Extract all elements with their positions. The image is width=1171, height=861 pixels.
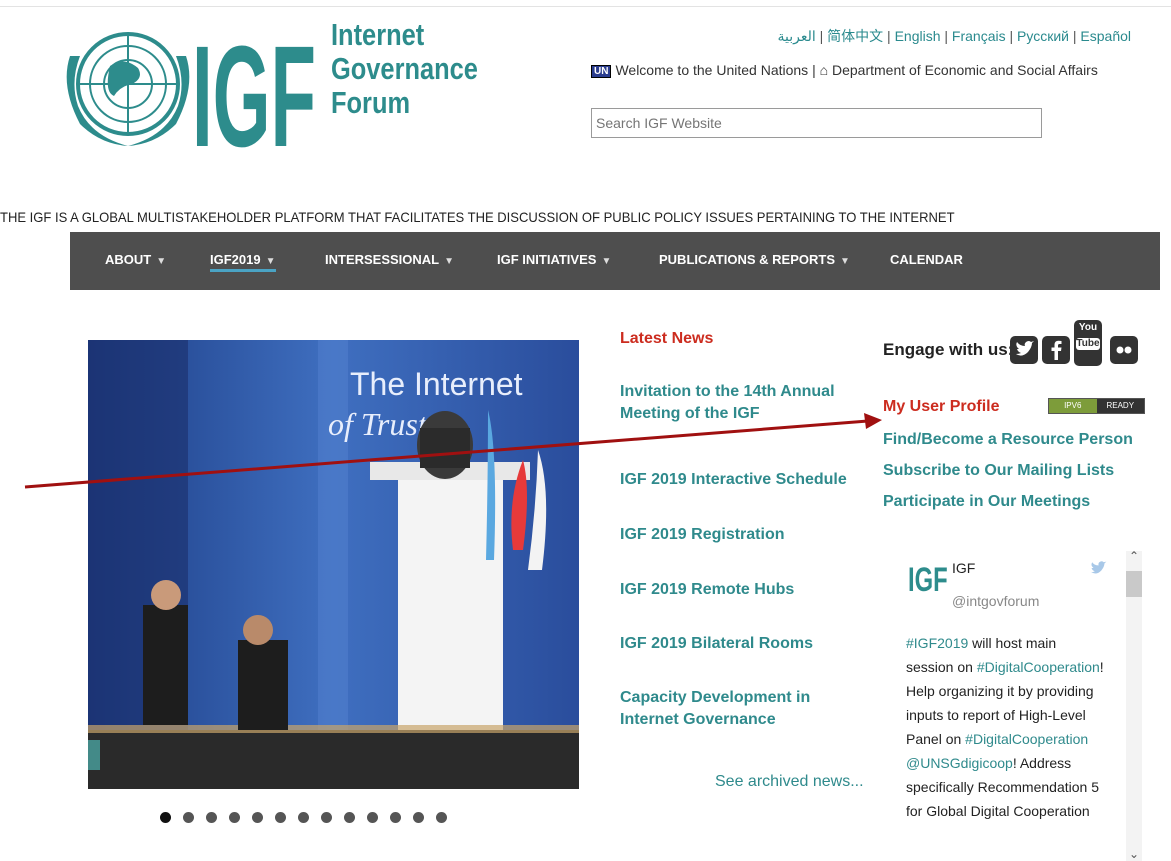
scroll-thumb[interactable] <box>1126 571 1142 597</box>
caret-down-icon: ▼ <box>601 256 612 267</box>
ipv6-ready-badge: IPV6 READY <box>1048 398 1145 414</box>
carousel-dot[interactable] <box>206 812 217 823</box>
twitter-feed[interactable]: IGF IGF @intgovforum #IGF2019 will host … <box>896 551 1142 861</box>
news-link[interactable]: IGF 2019 Bilateral Rooms <box>620 633 870 655</box>
news-link[interactable]: IGF 2019 Registration <box>620 524 870 546</box>
carousel-dot[interactable] <box>436 812 447 823</box>
tweet-author-name[interactable]: IGF <box>952 560 975 576</box>
carousel-indicators <box>160 810 459 828</box>
un-flag-icon: UN <box>591 65 612 78</box>
logo-wordmark: Internet Governance Forum <box>331 18 478 120</box>
carousel-dot[interactable] <box>183 812 194 823</box>
tweet-author-handle[interactable]: @intgovforum <box>952 593 1039 609</box>
nav-calendar[interactable]: CALENDAR <box>890 252 963 267</box>
un-emblem-icon: IGF <box>66 16 316 177</box>
tweet-hashtag[interactable]: #IGF2019 <box>906 635 968 651</box>
logo-line: Internet <box>331 17 425 52</box>
nav-igf-initiatives[interactable]: IGF INITIATIVES ▼ <box>497 252 611 267</box>
desa-link[interactable]: Department of Economic and Social Affair… <box>832 62 1098 78</box>
tweet-hashtag[interactable]: #DigitalCooperation <box>977 659 1100 675</box>
carousel-dot[interactable] <box>275 812 286 823</box>
banner-line1: The Internet <box>350 366 523 402</box>
facebook-icon[interactable] <box>1042 336 1070 364</box>
carousel-dot[interactable] <box>160 812 171 823</box>
language-switcher: العربية | 简体中文 | English | Français | Ру… <box>777 28 1131 44</box>
caret-down-icon: ▼ <box>265 256 276 267</box>
youtube-icon[interactable]: You Tube <box>1074 320 1102 366</box>
carousel-dot[interactable] <box>298 812 309 823</box>
logo-line: Governance <box>331 51 478 86</box>
welcome-bar: UN Welcome to the United Nations | ⌂ Depa… <box>591 62 1098 78</box>
search-input[interactable] <box>591 108 1042 138</box>
tweet-hashtag[interactable]: #DigitalCooperation <box>965 731 1088 747</box>
logo-line: Forum <box>331 85 411 120</box>
twitter-icon[interactable] <box>1010 336 1038 364</box>
nav-igf2019[interactable]: IGF2019 ▼ <box>210 252 276 272</box>
flickr-icon[interactable] <box>1110 336 1138 364</box>
carousel-dot[interactable] <box>229 812 240 823</box>
news-link[interactable]: IGF 2019 Interactive Schedule <box>620 469 870 491</box>
nav-publications[interactable]: PUBLICATIONS & REPORTS ▼ <box>659 252 850 267</box>
twitter-bird-icon <box>1088 559 1108 583</box>
caret-down-icon: ▼ <box>156 256 167 267</box>
caret-down-icon: ▼ <box>444 256 455 267</box>
tweet-text: #IGF2019 will host main session on #Digi… <box>906 631 1106 823</box>
carousel-dot[interactable] <box>321 812 332 823</box>
carousel-dot[interactable] <box>413 812 424 823</box>
hero-carousel-image[interactable]: The Internet of Trust <box>88 340 579 789</box>
lang-chinese[interactable]: 简体中文 <box>827 28 883 44</box>
main-nav: ABOUT ▼ IGF2019 ▼ INTERSESSIONAL ▼ IGF INIT… <box>70 232 1160 290</box>
resource-person-link[interactable]: Find/Become a Resource Person <box>883 431 1133 449</box>
archived-news-link[interactable]: See archived news... <box>715 773 864 791</box>
welcome-link[interactable]: Welcome to the United Nations <box>615 62 808 78</box>
lang-russian[interactable]: Русский <box>1017 28 1069 44</box>
top-divider <box>0 6 1171 7</box>
igf-avatar: IGF <box>908 561 948 599</box>
nav-intersessional[interactable]: INTERSESSIONAL ▼ <box>325 252 454 267</box>
logo-igf-text: IGF <box>192 16 316 152</box>
nav-about[interactable]: ABOUT ▼ <box>105 252 166 267</box>
participate-meetings-link[interactable]: Participate in Our Meetings <box>883 493 1090 511</box>
scroll-up-icon[interactable]: ⌃ <box>1129 549 1139 563</box>
mailing-lists-link[interactable]: Subscribe to Our Mailing Lists <box>883 462 1114 480</box>
carousel-dot[interactable] <box>252 812 263 823</box>
news-link[interactable]: IGF 2019 Remote Hubs <box>620 579 870 601</box>
carousel-dot[interactable] <box>367 812 378 823</box>
my-user-profile-link[interactable]: My User Profile <box>883 398 999 416</box>
lang-arabic[interactable]: العربية <box>777 28 815 44</box>
carousel-dot[interactable] <box>344 812 355 823</box>
ready-label: READY <box>1096 399 1144 413</box>
tweet-hashtag[interactable]: @UNSGdigicoop <box>906 755 1013 771</box>
carousel-dot[interactable] <box>390 812 401 823</box>
lang-spanish[interactable]: Español <box>1080 28 1131 44</box>
tagline: THE IGF IS A GLOBAL MULTISTAKEHOLDER PLA… <box>0 209 955 225</box>
latest-news-heading: Latest News <box>620 330 714 347</box>
engage-label: Engage with us: <box>883 340 1014 359</box>
lang-english[interactable]: English <box>895 28 941 44</box>
news-link[interactable]: Invitation to the 14th Annual Meeting of… <box>620 381 870 425</box>
caret-down-icon: ▼ <box>840 256 850 267</box>
news-link[interactable]: Capacity Development in Internet Governa… <box>620 687 870 731</box>
lang-french[interactable]: Français <box>952 28 1006 44</box>
ipv6-label: IPV6 <box>1049 399 1097 413</box>
scroll-down-icon[interactable]: ⌄ <box>1129 847 1139 861</box>
tweet-scrollbar[interactable]: ⌃ ⌄ <box>1126 549 1142 861</box>
home-icon: ⌂ <box>819 62 829 78</box>
banner-line2: of Trust <box>328 406 428 442</box>
